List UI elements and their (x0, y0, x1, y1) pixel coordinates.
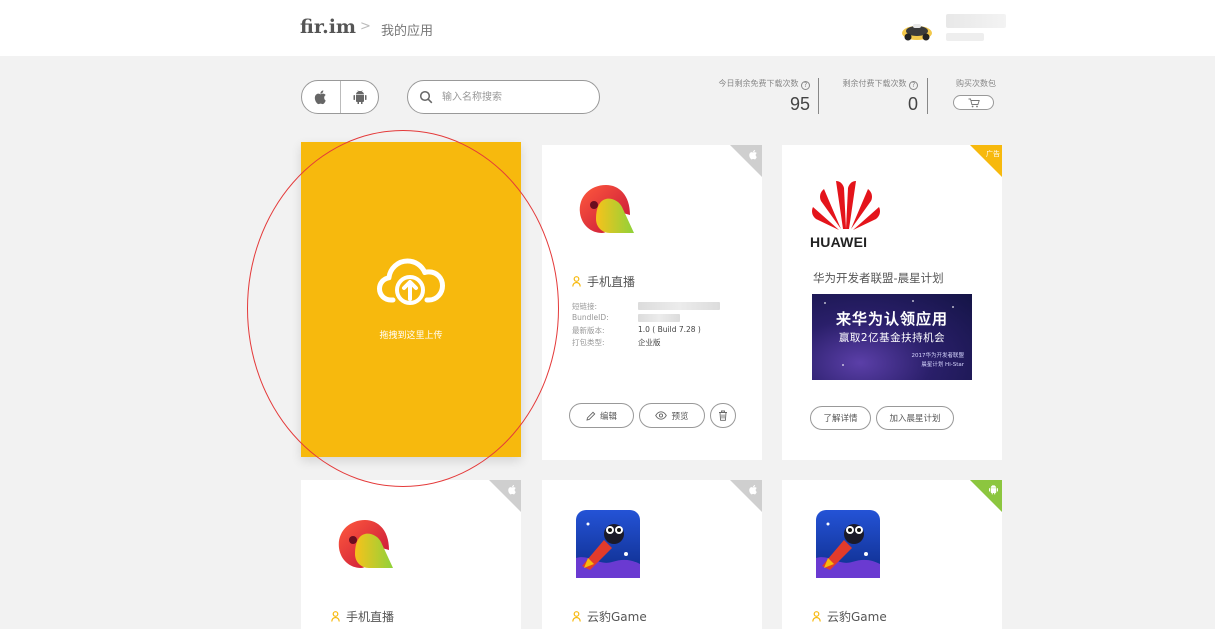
apple-icon[interactable] (313, 89, 329, 105)
buy-package: 购买次数包 (953, 78, 999, 110)
upload-label: 拖拽到这里上传 (379, 331, 443, 341)
paid-downloads-value: 0 (907, 94, 918, 114)
app-name-text: 手机直播 (346, 610, 395, 624)
search-icon (419, 90, 433, 104)
free-downloads-value: 95 (789, 94, 810, 114)
android-icon[interactable] (352, 89, 368, 105)
banner-subline: 赢取2亿基金扶持机会 (838, 332, 946, 344)
meta-key: 最新版本: (572, 326, 605, 335)
user-icon (572, 611, 581, 622)
pencil-icon (586, 411, 596, 421)
learn-more-button[interactable]: 了解详情 (810, 406, 871, 430)
banner-caption: 2017华为开发者联盟 (911, 353, 965, 359)
app-icon-live-stream[interactable] (335, 518, 397, 570)
apple-icon (749, 149, 757, 160)
username-blurred[interactable] (946, 14, 1006, 28)
android-icon (989, 484, 998, 495)
join-program-button[interactable]: 加入晨星计划 (876, 406, 954, 430)
platform-divider (340, 81, 341, 113)
buy-package-label: 购买次数包 (956, 79, 996, 88)
stat-divider (818, 78, 819, 114)
ad-banner[interactable]: 来华为认领应用 赢取2亿基金扶持机会 2017华为开发者联盟 晨星计划 Hi-S… (812, 294, 972, 380)
cart-icon (968, 98, 980, 108)
banner-caption: 晨星计划 Hi-Star (921, 362, 964, 368)
app-name-text: 手机直播 (587, 275, 636, 289)
app-card[interactable]: 手机直播 短链接: BundleID: 最新版本: 1.0 ( Build 7.2… (542, 145, 762, 460)
user-icon (331, 611, 340, 622)
buy-cart-button[interactable] (953, 95, 994, 110)
app-name-text: 云豹Game (587, 610, 647, 624)
apple-icon (508, 484, 516, 495)
banner-star (824, 302, 826, 304)
preview-button[interactable]: 预览 (639, 403, 705, 428)
app-name-text: 云豹Game (827, 610, 887, 624)
preview-label: 预览 (671, 411, 689, 422)
huawei-wordmark: HUAWEI (810, 234, 868, 250)
huawei-logo-icon (812, 181, 880, 230)
app-name[interactable]: 手机直播 (572, 273, 635, 290)
help-icon[interactable]: ? (909, 81, 918, 90)
edit-button[interactable]: 编辑 (569, 403, 634, 428)
top-bar: fir.im > 我的应用 (0, 0, 1215, 56)
apple-icon (749, 484, 757, 495)
short-link-blurred[interactable] (638, 302, 720, 310)
app-card[interactable]: 手机直播 (301, 480, 521, 629)
ad-card[interactable]: 广告 HUAWEI 华为开发者联盟-晨星计划 来华为认领应用 赢取2亿基金扶持机… (782, 145, 1002, 460)
learn-more-label: 了解详情 (823, 414, 858, 424)
eye-icon (655, 411, 668, 420)
app-meta: 短链接: BundleID: 最新版本: 1.0 ( Build 7.28 ) 打… (572, 301, 742, 349)
platform-filter (301, 80, 379, 114)
meta-key: BundleID: (572, 313, 609, 322)
breadcrumb-separator: > (360, 19, 371, 34)
user-icon (572, 276, 581, 287)
app-icon-live-stream[interactable] (576, 183, 638, 235)
app-icon-yunbao-game[interactable] (816, 510, 880, 578)
upload-dropzone[interactable]: 拖拽到这里上传 (301, 142, 521, 457)
user-avatar[interactable] (900, 18, 934, 44)
user-icon (812, 611, 821, 622)
edit-label: 编辑 (599, 411, 617, 422)
brand-logo[interactable]: fir.im (300, 16, 356, 38)
app-name[interactable]: 手机直播 (331, 608, 394, 625)
meta-version: 1.0 ( Build 7.28 ) (638, 325, 701, 334)
ad-badge: 广告 (986, 150, 1000, 158)
banner-headline: 来华为认领应用 (835, 310, 948, 328)
meta-key: 打包类型: (572, 338, 605, 347)
upload-cloud-icon (377, 258, 445, 305)
ad-title[interactable]: 华为开发者联盟-晨星计划 (813, 270, 944, 286)
banner-star (912, 300, 914, 302)
app-card[interactable]: 云豹Game (782, 480, 1002, 629)
free-downloads-stat: 今日剩余免费下载次数 ? 95 (712, 78, 810, 115)
app-name[interactable]: 云豹Game (572, 608, 647, 625)
paid-downloads-stat: 剩余付费下载次数 ? 0 (830, 78, 918, 115)
banner-star (842, 364, 844, 366)
delete-button[interactable] (710, 403, 736, 428)
bundle-id-blurred (638, 314, 680, 322)
app-card[interactable]: 云豹Game (542, 480, 762, 629)
search-input[interactable] (442, 87, 592, 107)
meta-package-type: 企业版 (638, 338, 661, 347)
app-icon-yunbao-game[interactable] (576, 510, 640, 578)
search-box (407, 80, 600, 114)
meta-key: 短链接: (572, 302, 598, 311)
join-program-label: 加入晨星计划 (889, 414, 941, 424)
paid-downloads-label: 剩余付费下载次数 (842, 79, 907, 88)
breadcrumb-my-apps[interactable]: 我的应用 (381, 20, 433, 39)
free-downloads-label: 今日剩余免费下载次数 (718, 79, 799, 88)
app-name[interactable]: 云豹Game (812, 608, 887, 625)
user-subtitle-blurred (946, 33, 984, 41)
stat-divider (927, 78, 928, 114)
help-icon[interactable]: ? (801, 81, 810, 90)
trash-icon (719, 410, 727, 421)
